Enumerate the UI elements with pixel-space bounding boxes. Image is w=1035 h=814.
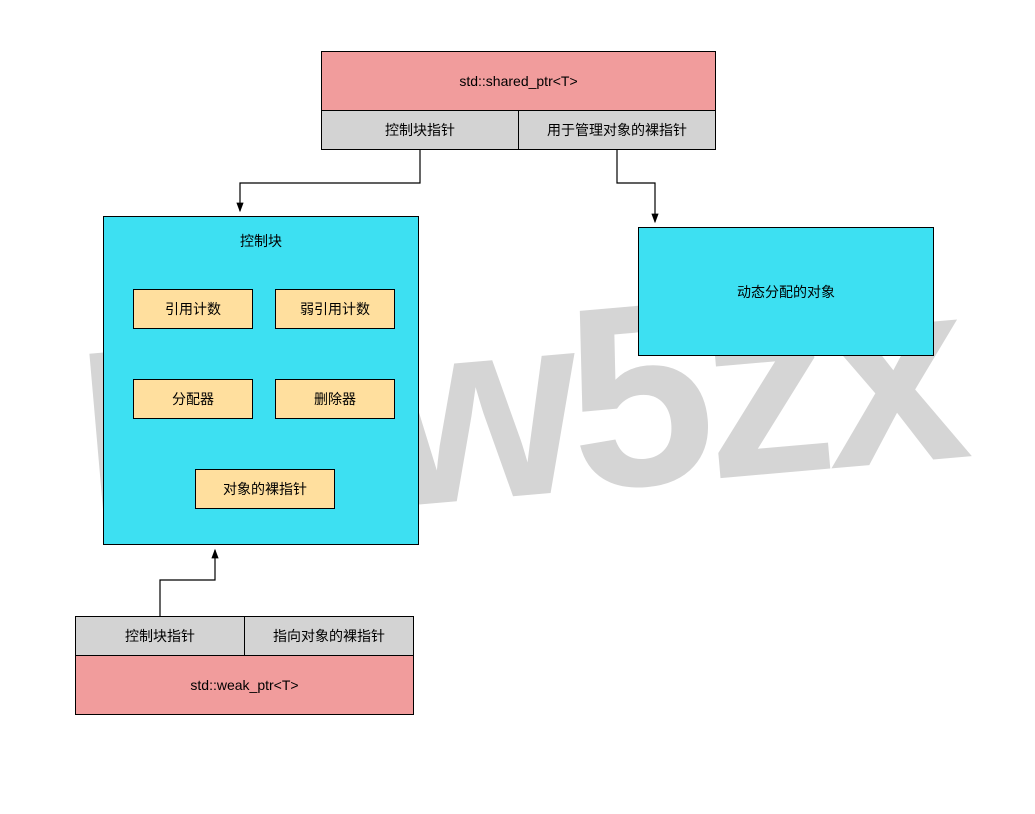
shared-ptr-right-cell: 用于管理对象的裸指针 (518, 110, 716, 150)
shared-ptr-title: std::shared_ptr<T> (321, 51, 716, 111)
weak-ref-count-box: 弱引用计数 (275, 289, 395, 329)
shared-ptr-left-cell: 控制块指针 (321, 110, 519, 150)
weak-ptr-left-cell: 控制块指针 (75, 616, 245, 656)
raw-ptr-box: 对象的裸指针 (195, 469, 335, 509)
dynamic-object-box: 动态分配的对象 (638, 227, 934, 356)
ref-count-box: 引用计数 (133, 289, 253, 329)
deleter-box: 删除器 (275, 379, 395, 419)
weak-ptr-right-cell: 指向对象的裸指针 (244, 616, 414, 656)
allocator-box: 分配器 (133, 379, 253, 419)
weak-ptr-title: std::weak_ptr<T> (75, 655, 414, 715)
control-block-title: 控制块 (104, 217, 418, 251)
